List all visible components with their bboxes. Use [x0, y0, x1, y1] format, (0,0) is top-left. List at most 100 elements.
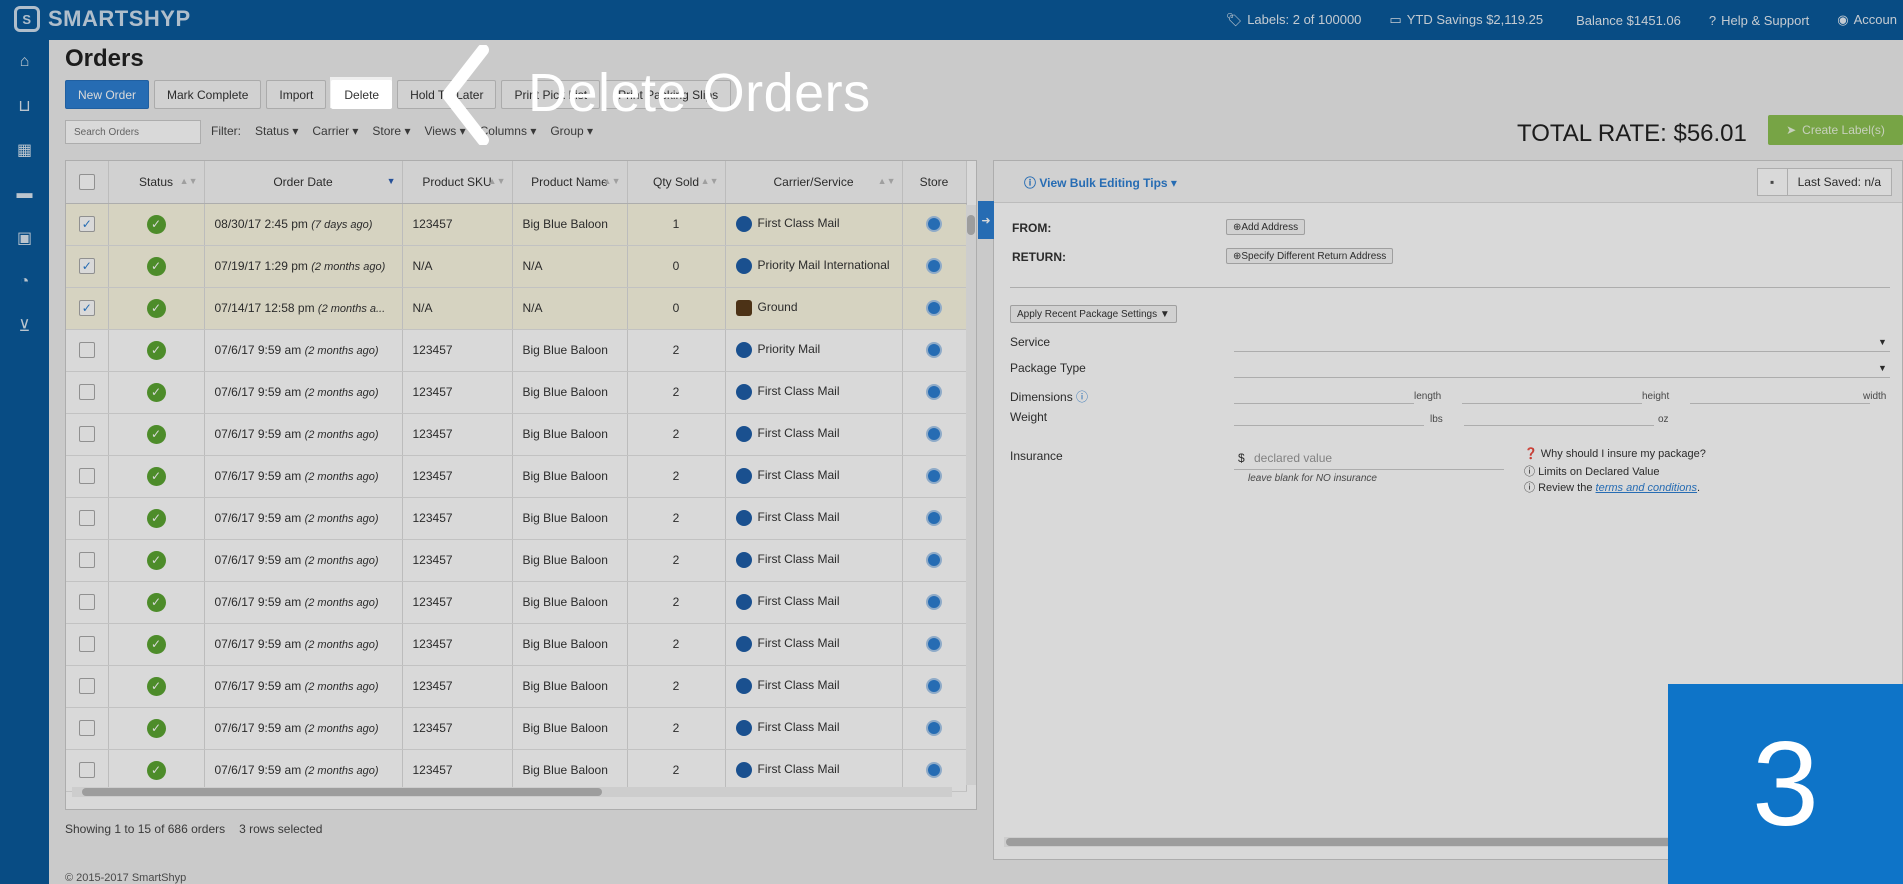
length-input[interactable] — [1234, 403, 1414, 404]
table-row[interactable]: ✓ ✓ 07/19/17 1:29 pm (2 months ago) N/A N/A 0… — [66, 245, 967, 288]
bulk-editing-tips-link[interactable]: ⓘ View Bulk Editing Tips ▾ — [1024, 174, 1177, 191]
mark-complete-button[interactable]: Mark Complete — [154, 80, 262, 109]
column-header-product-name[interactable]: Product Name ▲▼ — [512, 161, 628, 204]
column-header-carrier-service[interactable]: Carrier/Service ▲▼ — [725, 161, 903, 204]
panel-toggle-tab[interactable]: ➜ — [978, 201, 994, 239]
table-row[interactable]: ✓ ✓ 07/14/17 12:58 pm (2 months a... N/A N/A… — [66, 287, 967, 330]
row-checkbox[interactable] — [78, 594, 95, 610]
height-input[interactable] — [1462, 403, 1642, 404]
status-filter-dropdown[interactable]: Status — [255, 124, 298, 138]
user-icon: ◉ — [1837, 12, 1849, 27]
row-checkbox[interactable]: ✓ — [78, 300, 95, 316]
row-checkbox[interactable]: ✓ — [78, 216, 95, 232]
import-button[interactable]: Import — [266, 80, 327, 109]
brand-logo[interactable]: S SMARTSHYP — [14, 6, 191, 32]
row-checkbox[interactable] — [78, 510, 95, 526]
row-checkbox[interactable] — [78, 468, 95, 484]
width-input[interactable] — [1690, 403, 1870, 404]
product-name-cell: Big Blue Baloon — [512, 623, 628, 666]
search-input[interactable] — [65, 120, 201, 144]
info-icon: ⓘ — [1524, 466, 1539, 478]
carrier-cell: First Class Mail — [725, 665, 903, 708]
row-checkbox[interactable] — [78, 636, 95, 652]
labels-count[interactable]: 🏷 Labels: 2 of 100000 — [1226, 12, 1362, 28]
row-checkbox[interactable]: ✓ — [78, 258, 95, 274]
table-row[interactable]: ✓ 07/6/17 9:59 am (2 months ago) 123457 Big… — [66, 497, 967, 540]
store-filter-dropdown[interactable]: Store — [372, 124, 410, 138]
account-menu[interactable]: ◉ Accoun — [1837, 12, 1897, 28]
group-dropdown[interactable]: Group — [550, 124, 593, 138]
check-circle-icon: ✓ — [146, 592, 166, 612]
last-saved-indicator[interactable]: ▪ Last Saved: n/a — [1756, 168, 1892, 196]
scrollbar-thumb[interactable] — [82, 788, 602, 796]
row-checkbox[interactable] — [78, 426, 95, 442]
table-row[interactable]: ✓ 07/6/17 9:59 am (2 months ago) 123457 Big… — [66, 371, 967, 414]
table-horizontal-scrollbar[interactable] — [72, 787, 952, 797]
help-icon[interactable]: ⓘ — [1076, 390, 1088, 404]
showing-count: Showing 1 to 15 of 686 orders — [65, 822, 226, 836]
create-labels-button[interactable]: ➤ Create Label(s) — [1768, 115, 1903, 145]
sidebar-item-store[interactable]: ⊻ — [0, 304, 49, 348]
sidebar-item-reports[interactable]: ◔ — [0, 260, 49, 304]
help-support-link[interactable]: ? Help & Support — [1709, 13, 1809, 28]
oz-input[interactable] — [1464, 425, 1654, 426]
sidebar-item-orders[interactable]: ⊔ — [0, 84, 49, 128]
sidebar-item-calendar[interactable]: ▦ — [0, 128, 49, 172]
row-checkbox[interactable] — [78, 678, 95, 694]
column-header-status[interactable]: Status ▲▼ — [108, 161, 205, 204]
table-row[interactable]: ✓ 07/6/17 9:59 am (2 months ago) 123457 Big… — [66, 413, 967, 456]
row-select-cell — [66, 581, 109, 624]
sku-cell: 123457 — [402, 497, 513, 540]
truck-icon: ▬ — [16, 185, 33, 202]
column-header-qty-sold[interactable]: Qty Sold ▲▼ — [627, 161, 726, 204]
table-row[interactable]: ✓ 07/6/17 9:59 am (2 months ago) 123457 Big… — [66, 455, 967, 498]
service-select[interactable] — [1234, 351, 1890, 352]
store-cell — [902, 287, 967, 330]
sidebar-item-contacts[interactable]: ▣ — [0, 216, 49, 260]
row-checkbox[interactable] — [78, 342, 95, 358]
scrollbar-thumb[interactable] — [967, 215, 975, 235]
why-insure-link[interactable]: ❓ Why should I insure my package? — [1524, 447, 1706, 460]
page-title: Orders — [65, 45, 144, 72]
table-row[interactable]: ✓ 07/6/17 9:59 am (2 months ago) 123457 Big… — [66, 581, 967, 624]
sidebar-item-shipments[interactable]: ▬ — [0, 172, 49, 216]
row-checkbox[interactable] — [78, 552, 95, 568]
column-header-order-date[interactable]: Order Date ▼ — [204, 161, 403, 204]
select-all-checkbox[interactable] — [78, 173, 95, 190]
table-row[interactable]: ✓ 07/6/17 9:59 am (2 months ago) 123457 Big… — [66, 539, 967, 582]
add-address-button[interactable]: ⊕ Add Address — [1226, 219, 1306, 235]
delete-button[interactable]: Delete — [331, 80, 393, 109]
specify-return-address-button[interactable]: ⊕ Specify Different Return Address — [1226, 248, 1394, 264]
length-hint: length — [1414, 391, 1442, 402]
column-header-store[interactable]: Store — [902, 161, 967, 204]
table-row[interactable]: ✓ 07/6/17 9:59 am (2 months ago) 123457 Big… — [66, 707, 967, 750]
declared-value-input[interactable]: declared value — [1254, 451, 1332, 465]
lbs-input[interactable] — [1234, 425, 1424, 426]
sku-cell: 123457 — [402, 413, 513, 456]
sku-cell: 123457 — [402, 623, 513, 666]
product-name-cell: Big Blue Baloon — [512, 413, 628, 456]
row-checkbox[interactable] — [78, 720, 95, 736]
table-row[interactable]: ✓ 07/6/17 9:59 am (2 months ago) 123457 Big… — [66, 665, 967, 708]
save-icon: ▪ — [1758, 169, 1788, 195]
new-order-button[interactable]: New Order — [65, 80, 150, 109]
column-header-product-sku[interactable]: Product SKU ▲▼ — [402, 161, 513, 204]
usps-carrier-icon — [735, 762, 752, 778]
table-row[interactable]: ✓ 07/6/17 9:59 am (2 months ago) 123457 Big… — [66, 623, 967, 666]
ytd-savings[interactable]: ▭ YTD Savings $2,119.25 — [1389, 12, 1543, 28]
table-row[interactable]: ✓ 07/6/17 9:59 am (2 months ago) 123457 Big… — [66, 329, 967, 372]
package-type-select[interactable] — [1234, 377, 1890, 378]
carrier-filter-dropdown[interactable]: Carrier — [312, 124, 358, 138]
table-row[interactable]: ✓ ✓ 08/30/17 2:45 pm (7 days ago) 123457 Big… — [66, 203, 967, 246]
table-vertical-scrollbar[interactable] — [966, 205, 976, 785]
row-checkbox[interactable] — [78, 384, 95, 400]
balance[interactable]: Balance $1451.06 — [1571, 13, 1681, 28]
table-row[interactable]: ✓ 07/6/17 9:59 am (2 months ago) 123457 Big… — [66, 749, 967, 792]
sidebar-item-home[interactable]: ⌂ — [0, 40, 49, 84]
tag-icon: 🏷 — [1225, 12, 1243, 27]
limits-declared-value-link[interactable]: ⓘ Limits on Declared Value — [1524, 463, 1660, 479]
carrier-cell: Priority Mail International — [725, 245, 903, 288]
row-checkbox[interactable] — [78, 762, 95, 778]
terms-and-conditions-link[interactable]: terms and conditions — [1596, 482, 1698, 494]
apply-recent-package-settings-dropdown[interactable]: Apply Recent Package Settings ▼ — [1010, 305, 1177, 323]
